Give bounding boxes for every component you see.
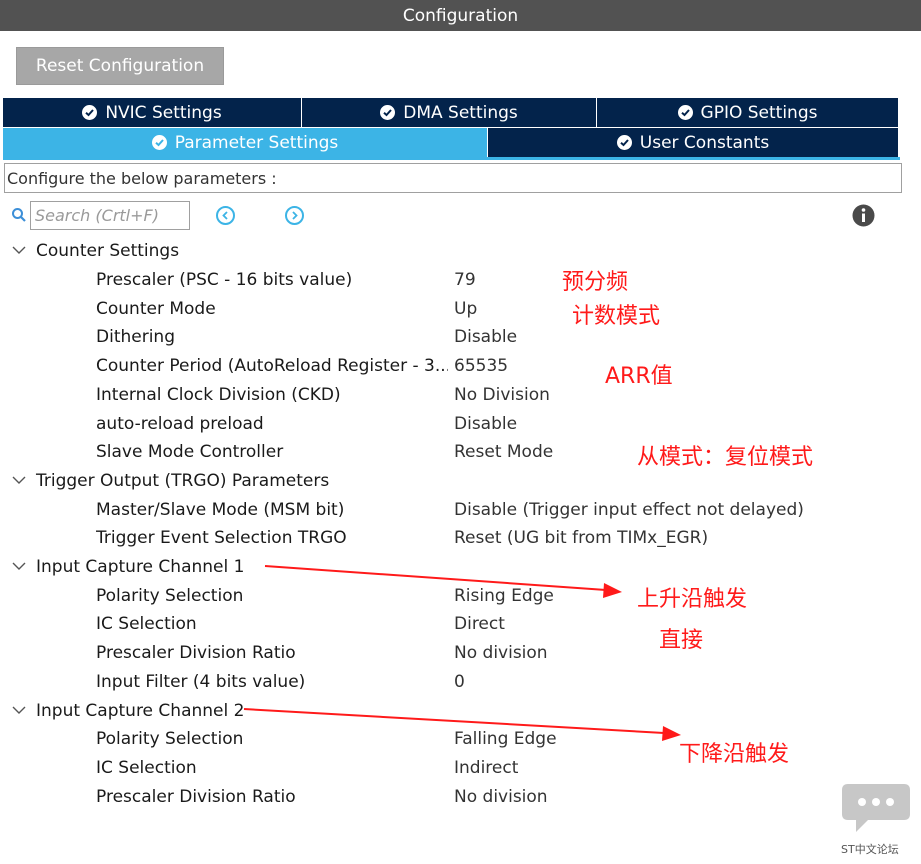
arrow-line-rising: [264, 565, 607, 591]
annotation-arrows: [243, 565, 681, 741]
chat-bubble-icon: [838, 780, 914, 844]
arrow-line-falling: [243, 708, 665, 734]
arrow-head-falling: [662, 726, 681, 741]
forum-watermark: ST中文论坛: [841, 843, 899, 856]
arrow-head-rising: [603, 583, 622, 598]
